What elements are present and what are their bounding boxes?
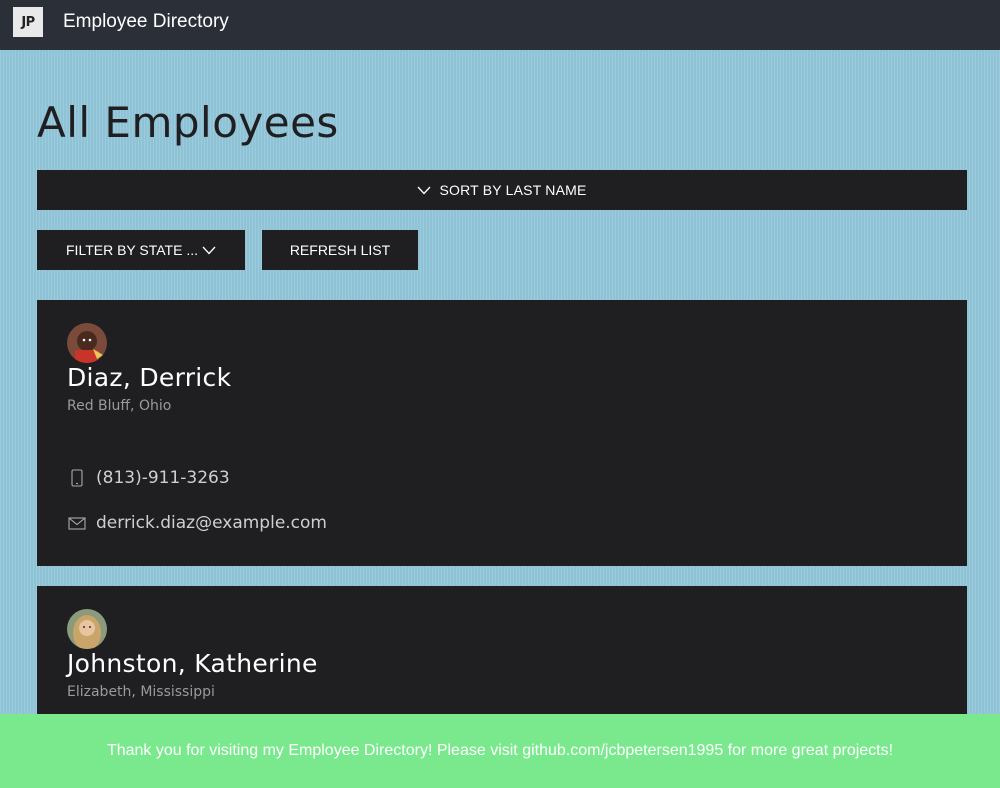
avatar [67, 609, 107, 649]
phone-icon [67, 469, 87, 487]
employee-location: Red Bluff, Ohio [67, 398, 172, 414]
employee-card: Diaz, Derrick Red Bluff, Ohio (813)-911-… [37, 300, 967, 566]
employee-card: Johnston, Katherine Elizabeth, Mississip… [37, 586, 967, 726]
employee-name: Diaz, Derrick [67, 363, 232, 392]
filter-by-state-button[interactable]: FILTER BY STATE ... [37, 230, 245, 270]
sort-by-last-name-button[interactable]: SORT BY LAST NAME [37, 170, 967, 210]
avatar [67, 323, 107, 363]
phone-number: (813)-911-3263 [96, 468, 230, 488]
email-address: derrick.diaz@example.com [96, 513, 327, 533]
employee-phone[interactable]: (813)-911-3263 [67, 468, 230, 488]
app-title[interactable]: Employee Directory [63, 11, 229, 33]
chevron-down-icon [202, 246, 216, 255]
chevron-down-icon [417, 186, 431, 195]
footer-banner: Thank you for visiting my Employee Direc… [0, 714, 1000, 788]
sort-label: SORT BY LAST NAME [439, 182, 587, 198]
top-navbar: JP Employee Directory [0, 0, 1000, 50]
page-title: All Employees [37, 98, 339, 147]
filter-label: FILTER BY STATE ... [66, 242, 198, 258]
employee-name: Johnston, Katherine [67, 649, 318, 678]
mail-icon [67, 516, 87, 530]
refresh-list-button[interactable]: REFRESH LIST [262, 230, 418, 270]
refresh-label: REFRESH LIST [289, 242, 391, 258]
employee-email[interactable]: derrick.diaz@example.com [67, 513, 327, 533]
brand-logo[interactable]: JP [13, 7, 43, 37]
employee-location: Elizabeth, Mississippi [67, 684, 215, 700]
footer-message: Thank you for visiting my Employee Direc… [106, 742, 894, 759]
